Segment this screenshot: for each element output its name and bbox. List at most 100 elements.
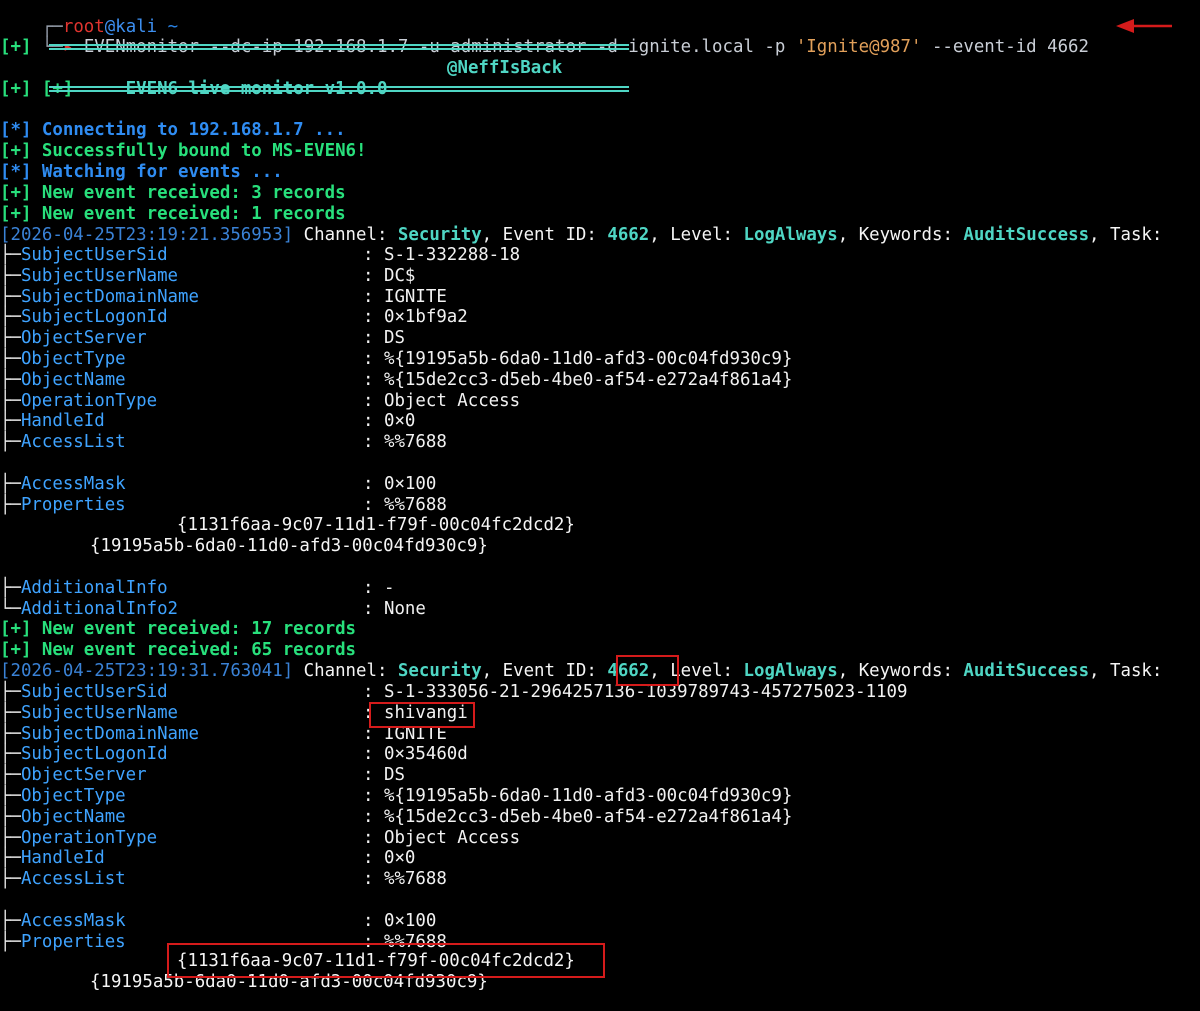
field-key: Properties bbox=[20, 932, 126, 952]
field-separator: : bbox=[363, 411, 374, 431]
field-row: ├─SubjectUserSid bbox=[0, 682, 168, 703]
field-value: 0×0 bbox=[383, 848, 416, 868]
field-value: %{15de2cc3-d5eb-4be0-af54-e272a4f861a4} bbox=[383, 807, 793, 827]
prompt-header: ┌─root@kali ~ bbox=[0, 0, 178, 37]
red-arrow-icon bbox=[1116, 19, 1172, 33]
status-line: [+] New event received: 17 records bbox=[0, 619, 356, 640]
status-text: New event received: 3 records bbox=[41, 183, 346, 203]
tree-branch: ├─ bbox=[0, 765, 21, 785]
tree-branch: ├─ bbox=[0, 807, 21, 827]
tree-branch: ├─ bbox=[0, 411, 21, 431]
tree-branch: ├─ bbox=[0, 328, 21, 348]
status-prefix: [+] bbox=[0, 619, 32, 639]
tree-branch: ├─ bbox=[0, 869, 21, 889]
field-value-line: : DS bbox=[363, 328, 405, 349]
tree-branch: ├─ bbox=[0, 911, 21, 931]
event-level: LogAlways bbox=[743, 225, 838, 245]
status-line: [+] New event received: 1 records bbox=[0, 204, 346, 225]
status-line: [*] Watching for events ... bbox=[0, 162, 283, 183]
banner-prefix-3: [+] bbox=[0, 79, 32, 99]
field-value-line: : %{19195a5b-6da0-11d0-afd3-00c04fd930c9… bbox=[363, 786, 792, 807]
field-key: SubjectDomainName bbox=[20, 724, 199, 744]
field-separator: : bbox=[363, 682, 374, 702]
event1-prop-line1: {1131f6aa-9c07-11d1-f79f-00c04fc2dcd2} bbox=[177, 515, 575, 535]
field-value: - bbox=[383, 578, 395, 598]
status-line: [+] New event received: 3 records bbox=[0, 183, 346, 204]
label-level: Level: bbox=[670, 661, 734, 681]
field-value: DC$ bbox=[383, 266, 416, 286]
field-separator: : bbox=[363, 287, 374, 307]
field-row: ├─ObjectType bbox=[0, 786, 126, 807]
field-value: S-1-332288-18 bbox=[383, 245, 521, 265]
label-channel: Channel: bbox=[303, 225, 388, 245]
tree-branch: ├─ bbox=[0, 391, 21, 411]
field-value-line: : %{15de2cc3-d5eb-4be0-af54-e272a4f861a4… bbox=[363, 370, 792, 391]
field-value-line: : 0×100 bbox=[363, 474, 436, 495]
field-key: OperationType bbox=[20, 391, 158, 411]
highlight-username-box bbox=[369, 702, 475, 728]
field-key: SubjectUserName bbox=[20, 266, 179, 286]
status-text: Successfully bound to MS-EVEN6! bbox=[41, 141, 367, 161]
field-value-line: : 0×35460d bbox=[363, 744, 468, 765]
field-separator: : bbox=[363, 911, 374, 931]
field-separator: : bbox=[363, 307, 374, 327]
field-value-line: : %%7688 bbox=[363, 869, 447, 890]
field-key: Properties bbox=[20, 495, 126, 515]
field-separator: : bbox=[363, 349, 374, 369]
label-keywords: Keywords: bbox=[858, 661, 953, 681]
field-row: ├─AccessList bbox=[0, 432, 126, 453]
field-row: ├─HandleId bbox=[0, 848, 105, 869]
field-row: ├─Properties bbox=[0, 495, 126, 516]
field-value-line: : - bbox=[363, 578, 394, 599]
field-value-line: : %{15de2cc3-d5eb-4be0-af54-e272a4f861a4… bbox=[363, 807, 792, 828]
tree-branch: ├─ bbox=[0, 744, 21, 764]
field-row: ├─AccessList bbox=[0, 869, 126, 890]
field-row: ├─SubjectLogonId bbox=[0, 307, 168, 328]
command-line[interactable]: └─▸ EVENmonitor --dc-ip 192.168.1.7 -u a… bbox=[0, 16, 1089, 57]
event-channel: Security bbox=[397, 661, 482, 681]
field-key: ObjectName bbox=[20, 807, 126, 827]
event-channel: Security bbox=[397, 225, 482, 245]
field-key: SubjectUserSid bbox=[20, 245, 168, 265]
field-row: └─AdditionalInfo2 bbox=[0, 599, 178, 620]
event-keywords: AuditSuccess bbox=[963, 225, 1090, 245]
field-separator: : bbox=[363, 828, 374, 848]
field-row: ├─ObjectName bbox=[0, 370, 126, 391]
field-row: ├─ObjectType bbox=[0, 349, 126, 370]
field-row: ├─AdditionalInfo bbox=[0, 578, 168, 599]
field-value: None bbox=[383, 599, 426, 619]
field-value: %{15de2cc3-d5eb-4be0-af54-e272a4f861a4} bbox=[383, 370, 793, 390]
event1-header: [2026-04-25T23:19:21.356953] Channel: Se… bbox=[0, 225, 1163, 245]
label-task: Task: bbox=[1110, 661, 1163, 681]
field-value-line: : 0×1bf9a2 bbox=[363, 307, 468, 328]
tree-branch: ├─ bbox=[0, 432, 21, 452]
field-value: 0×100 bbox=[383, 474, 437, 494]
field-key: AdditionalInfo bbox=[20, 578, 168, 598]
highlight-event-id-box bbox=[616, 655, 679, 686]
tree-branch: ├─ bbox=[0, 266, 21, 286]
field-row: ├─AccessMask bbox=[0, 474, 126, 495]
field-key: SubjectDomainName bbox=[20, 287, 199, 307]
field-value: Object Access bbox=[383, 391, 521, 411]
event-id: 4662 bbox=[607, 225, 650, 245]
field-separator: : bbox=[363, 744, 374, 764]
banner-title-line: [+] EVEN6 live monitor v1.0.0 bbox=[0, 58, 388, 99]
field-row: ├─SubjectUserName bbox=[0, 266, 178, 287]
field-separator: : bbox=[363, 391, 374, 411]
field-value: DS bbox=[383, 765, 405, 785]
terminal-window[interactable]: ┌─root@kali ~ └─▸ EVENmonitor --dc-ip 19… bbox=[0, 0, 1200, 1011]
label-level: Level: bbox=[670, 225, 734, 245]
field-separator: : bbox=[363, 807, 374, 827]
field-value: %%7688 bbox=[383, 495, 447, 515]
field-row: ├─OperationType bbox=[0, 828, 157, 849]
field-value: 0×1bf9a2 bbox=[383, 307, 468, 327]
tree-branch: ├─ bbox=[0, 703, 21, 723]
event2-header: [2026-04-25T23:19:31.763041] Channel: Se… bbox=[0, 661, 1163, 681]
event1-prop-line2: {19195a5b-6da0-11d0-afd3-00c04fd930c9} bbox=[90, 536, 488, 556]
field-key: HandleId bbox=[20, 848, 105, 868]
field-key: AdditionalInfo2 bbox=[20, 599, 179, 619]
status-text: Connecting to 192.168.1.7 ... bbox=[41, 120, 346, 140]
field-separator: : bbox=[363, 578, 374, 598]
field-value-line: : S-1-332288-18 bbox=[363, 245, 520, 266]
tree-branch: ├─ bbox=[0, 724, 21, 744]
